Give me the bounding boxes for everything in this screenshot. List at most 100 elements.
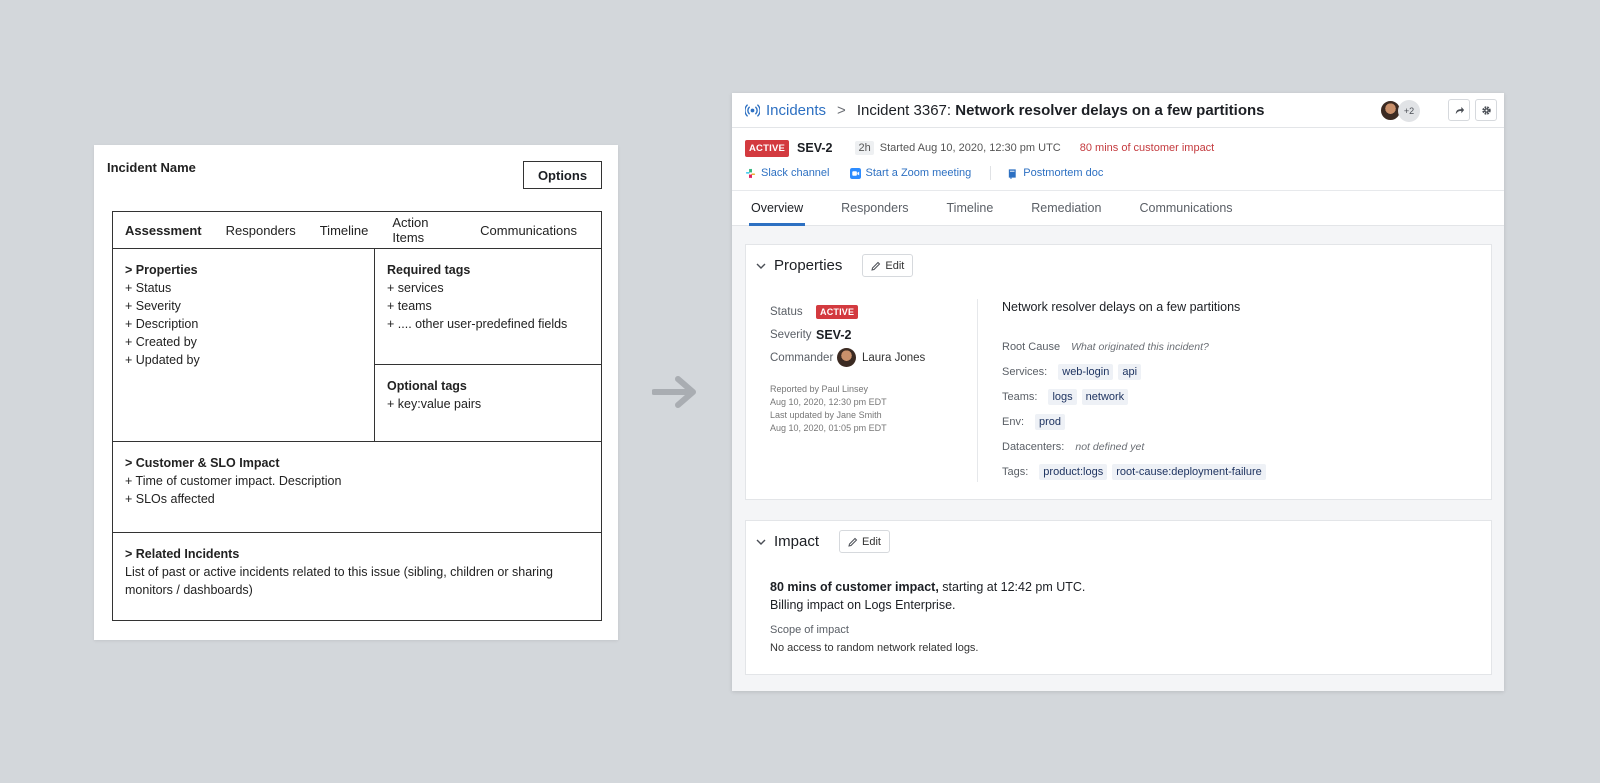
list-item: + .... other user-predefined fields — [387, 317, 568, 331]
datacenters-value: not defined yet — [1075, 440, 1145, 453]
more-avatars-badge[interactable]: +2 — [1398, 100, 1420, 122]
breadcrumb-incidents-link[interactable]: Incidents — [766, 102, 826, 119]
share-button[interactable] — [1448, 99, 1470, 121]
list-item: + services — [387, 281, 444, 295]
service-tag[interactable]: web-login — [1058, 363, 1114, 380]
env-label: Env: — [1002, 415, 1025, 428]
incident-number: Incident 3367: — [856, 101, 956, 119]
updated-at: Aug 10, 2020, 01:05 pm EDT — [770, 423, 887, 433]
wireframe-tabs: Assessment Responders Timeline Action It… — [113, 212, 601, 249]
pencil-icon — [848, 537, 858, 547]
service-tag[interactable]: api — [1118, 363, 1142, 380]
status-badge: ACTIVE — [816, 304, 859, 319]
incident-app: Incidents > Incident 3367: Network resol… — [732, 93, 1504, 691]
duration-badge: 2h — [855, 141, 874, 155]
list-item: + SLOs affected — [125, 492, 215, 506]
services-label: Services: — [1002, 365, 1048, 378]
list-item: + Description — [125, 317, 199, 331]
tab-responders[interactable]: Responders — [841, 191, 908, 225]
chevron-down-icon[interactable] — [755, 536, 767, 548]
wireframe-properties-heading: > Properties — [125, 263, 198, 277]
slack-channel-link[interactable]: Slack channel — [745, 167, 830, 179]
impact-summary-bold: 80 mins of customer impact, — [770, 580, 939, 594]
tab-overview[interactable]: Overview — [748, 191, 806, 226]
share-icon — [1455, 106, 1464, 114]
list-item: + Status — [125, 281, 172, 295]
team-tag[interactable]: network — [1081, 388, 1129, 405]
wireframe-tab-responders[interactable]: Responders — [226, 223, 296, 238]
impact-body: 80 mins of customer impact, starting at … — [770, 578, 1470, 654]
tab-remediation[interactable]: Remediation — [1031, 191, 1101, 225]
scope-label: Scope of impact — [770, 624, 849, 636]
impact-summary: 80 mins of customer impact, starting at … — [770, 578, 1470, 596]
list-item: + teams — [387, 299, 432, 313]
status-label: Status — [770, 305, 803, 318]
postmortem-label: Postmortem doc — [1023, 167, 1104, 179]
wireframe-optional-tags-heading: Optional tags — [387, 379, 467, 393]
avatar[interactable] — [837, 348, 856, 367]
wireframe-panel: Incident Name Options Assessment Respond… — [94, 145, 618, 640]
incident-description: Network resolver delays on a few partiti… — [1002, 300, 1241, 314]
postmortem-link[interactable]: Postmortem doc — [1007, 167, 1103, 179]
list-item: + Updated by — [125, 353, 200, 367]
arrow-right-icon — [652, 376, 696, 408]
started-timestamp: Started Aug 10, 2020, 12:30 pm UTC — [879, 142, 1061, 154]
impact-card: Impact Edit 80 mins of customer impact, … — [745, 520, 1492, 675]
wireframe-optional-tags: Optional tags + key:value pairs — [375, 365, 601, 442]
commander-label: Commander — [770, 351, 834, 364]
top-bar: Incidents > Incident 3367: Network resol… — [732, 93, 1504, 128]
wireframe-tab-timeline[interactable]: Timeline — [320, 223, 369, 238]
root-cause-placeholder[interactable]: What originated this incident? — [1071, 341, 1209, 353]
wireframe-frame: Assessment Responders Timeline Action It… — [112, 211, 602, 621]
wireframe-related-incidents: > Related Incidents List of past or acti… — [113, 533, 601, 620]
datacenters-label: Datacenters: — [1002, 440, 1065, 453]
zoom-meeting-label: Start a Zoom meeting — [865, 167, 972, 179]
list-item: + key:value pairs — [387, 397, 482, 411]
tag[interactable]: root-cause:deployment-failure — [1112, 463, 1266, 480]
wireframe-related-text: List of past or active incidents related… — [125, 565, 553, 597]
impact-summary-rest: starting at 12:42 pm UTC. — [938, 580, 1086, 594]
commander-name[interactable]: Laura Jones — [862, 352, 925, 364]
wireframe-properties: > Properties + Status + Severity + Descr… — [113, 249, 375, 442]
tag[interactable]: product:logs — [1039, 463, 1108, 480]
divider — [990, 166, 992, 180]
teams-label: Teams: — [1002, 390, 1038, 403]
notebook-icon — [1009, 168, 1016, 179]
tab-communications[interactable]: Communications — [1139, 191, 1232, 225]
tags-label: Tags: — [1002, 465, 1029, 478]
status-badge: ACTIVE — [745, 139, 790, 157]
wireframe-title: Incident Name — [107, 160, 196, 175]
settings-button[interactable] — [1475, 99, 1497, 121]
billing-impact: Billing impact on Logs Enterprise. — [770, 598, 956, 612]
list-item: + Time of customer impact. Description — [125, 474, 342, 488]
customer-impact-text: 80 mins of customer impact — [1079, 142, 1215, 154]
severity-value: SEV-2 — [797, 141, 833, 155]
chevron-down-icon[interactable] — [755, 260, 767, 272]
properties-details: Network resolver delays on a few partiti… — [1002, 300, 1472, 484]
wireframe-related-heading: > Related Incidents — [125, 547, 240, 561]
slack-icon — [745, 168, 756, 178]
zoom-meeting-link[interactable]: Start a Zoom meeting — [849, 167, 972, 179]
wireframe-options-button[interactable]: Options — [523, 161, 602, 189]
page-title: Incident 3367: Network resolver delays o… — [857, 102, 1265, 119]
edit-label: Edit — [862, 535, 881, 548]
impact-title: Impact — [774, 533, 820, 550]
wireframe-required-tags: Required tags + services + teams + .... … — [375, 249, 601, 365]
wireframe-tab-communications[interactable]: Communications — [480, 223, 577, 238]
incident-meta: ACTIVE SEV-2 2h Started Aug 10, 2020, 12… — [732, 128, 1504, 190]
wireframe-tab-action-items[interactable]: Action Items — [392, 215, 456, 245]
audit-info: Reported by Paul Linsey Aug 10, 2020, 12… — [770, 383, 970, 435]
pencil-icon — [871, 261, 881, 271]
impact-edit-button[interactable]: Edit — [839, 530, 890, 553]
env-tag[interactable]: prod — [1035, 413, 1066, 430]
properties-edit-button[interactable]: Edit — [862, 254, 914, 277]
wireframe-customer-slo-heading: > Customer & SLO Impact — [125, 456, 280, 470]
reported-by: Reported by Paul Linsey — [770, 384, 869, 394]
reported-at: Aug 10, 2020, 12:30 pm EDT — [770, 397, 887, 407]
wireframe-tab-assessment[interactable]: Assessment — [125, 223, 202, 238]
divider — [977, 299, 978, 482]
severity-value: SEV-2 — [816, 327, 852, 342]
tab-timeline[interactable]: Timeline — [947, 191, 994, 225]
team-tag[interactable]: logs — [1048, 388, 1077, 405]
properties-card: Properties Edit Status ACTIVE Severity S… — [745, 244, 1492, 500]
